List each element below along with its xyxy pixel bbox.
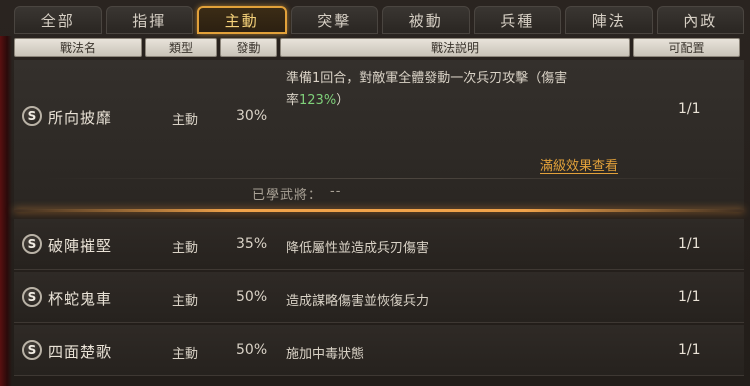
tactic-name: 所向披靡: [48, 109, 113, 127]
tactic-trigger: 50%: [236, 342, 268, 358]
learned-generals-label: 已學武將：: [252, 188, 323, 203]
s-rank-badge: S: [22, 106, 42, 126]
tab-command[interactable]: 指揮: [105, 6, 193, 34]
table-row[interactable]: S 破陣摧堅 主動 35% 降低屬性並造成兵刃傷害 1/1: [14, 219, 744, 270]
s-rank-badge: S: [22, 287, 42, 307]
tab-formation[interactable]: 陣法: [565, 6, 653, 34]
tactic-name: 杯蛇鬼車: [48, 290, 113, 308]
max-level-effect-link[interactable]: 滿級效果查看: [540, 155, 618, 174]
tactic-type: 主動: [172, 347, 199, 362]
tactic-config: 1/1: [678, 289, 701, 305]
table-row-expanded[interactable]: S 所向披靡 主動 30% 準備1回合，對敵軍全體發動一次兵刃攻擊（傷害 率12…: [14, 60, 744, 210]
tab-internal[interactable]: 內政: [656, 6, 744, 34]
tactic-type: 主動: [172, 294, 199, 309]
table-row[interactable]: S 杯蛇鬼車 主動 50% 造成謀略傷害並恢復兵力 1/1: [14, 272, 744, 323]
tactic-name: 四面楚歌: [48, 343, 113, 361]
tactic-type: 主動: [172, 241, 199, 256]
header-config[interactable]: 可配置: [633, 38, 740, 57]
header-name[interactable]: 戰法名: [14, 38, 142, 57]
tab-passive[interactable]: 被動: [382, 6, 470, 34]
tab-bar: 全部 指揮 主動 突擊 被動 兵種 陣法 內政: [14, 6, 744, 34]
tactic-description: 施加中毒狀態: [286, 347, 365, 362]
tactic-description: 降低屬性並造成兵刃傷害: [286, 241, 430, 256]
tactic-config: 1/1: [678, 101, 701, 117]
table-header: 戰法名 類型 發動 戰法説明 可配置: [14, 38, 744, 57]
tactic-name: 破陣摧堅: [48, 237, 113, 255]
tactic-config: 1/1: [678, 236, 701, 252]
s-rank-badge: S: [22, 340, 42, 360]
tactic-description: 造成謀略傷害並恢復兵力: [286, 294, 430, 309]
tactic-type: 主動: [172, 113, 199, 128]
header-type[interactable]: 類型: [145, 38, 217, 57]
selection-glow: [14, 209, 744, 212]
tab-all[interactable]: 全部: [14, 6, 102, 34]
tab-troop[interactable]: 兵種: [473, 6, 561, 34]
divider: [44, 178, 744, 179]
header-trigger[interactable]: 發動: [220, 38, 277, 57]
tactic-trigger: 35%: [236, 236, 268, 252]
tactic-description: 準備1回合，對敵軍全體發動一次兵刃攻擊（傷害 率123%）: [286, 71, 568, 108]
damage-rate-value: 123%: [299, 93, 337, 108]
learned-generals-value: --: [330, 184, 342, 199]
tab-active[interactable]: 主動: [197, 6, 287, 34]
table-row[interactable]: S 四面楚歌 主動 50% 施加中毒狀態 1/1: [14, 325, 744, 376]
header-desc: 戰法説明: [280, 38, 630, 57]
left-edge-decoration: [0, 36, 12, 386]
tactic-config: 1/1: [678, 342, 701, 358]
s-rank-badge: S: [22, 234, 42, 254]
tactic-trigger: 50%: [236, 289, 268, 305]
tab-assault[interactable]: 突擊: [290, 6, 378, 34]
tactic-trigger: 30%: [236, 108, 268, 124]
